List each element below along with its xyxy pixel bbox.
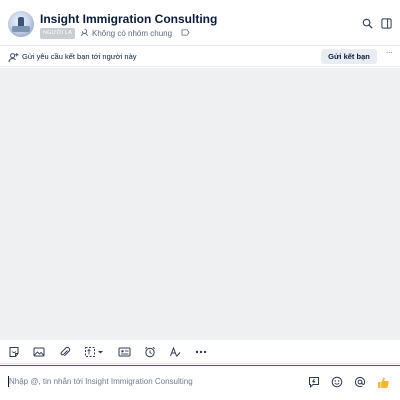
message-composer — [0, 365, 400, 400]
screenshot-icon[interactable] — [83, 345, 107, 359]
avatar[interactable] — [8, 11, 34, 37]
contact-card-icon[interactable] — [117, 345, 131, 359]
chat-header: Insight Immigration Consulting NGƯỜI LẠ … — [0, 0, 400, 46]
conversation-info-icon[interactable] — [379, 16, 393, 30]
more-options-button[interactable]: ··· — [383, 48, 395, 63]
label-tag-icon[interactable] — [181, 29, 190, 38]
group-icon — [80, 28, 89, 39]
common-groups-label: Không có nhóm chung — [92, 29, 173, 38]
emoji-icon[interactable] — [330, 375, 344, 389]
send-friend-request-button[interactable]: Gửi kết bạn — [321, 49, 377, 64]
thumbs-up-icon[interactable] — [376, 375, 390, 389]
search-icon[interactable] — [360, 16, 374, 30]
quick-message-icon[interactable] — [307, 375, 321, 389]
image-icon[interactable] — [32, 345, 46, 359]
avatar-base — [12, 26, 30, 32]
sticker-icon[interactable] — [7, 345, 21, 359]
conversation-title[interactable]: Insight Immigration Consulting — [40, 12, 217, 26]
text-format-icon[interactable] — [168, 345, 182, 359]
common-groups-info[interactable]: Không có nhóm chung — [80, 27, 190, 40]
mention-icon[interactable] — [353, 375, 367, 389]
add-friend-icon — [8, 50, 19, 68]
composer-toolbar — [0, 340, 400, 364]
friend-request-text: Gửi yêu cầu kết bạn tới người này — [22, 52, 137, 61]
more-icon[interactable] — [194, 345, 208, 359]
friend-request-bar: Gửi yêu cầu kết bạn tới người này Gửi kế… — [0, 46, 400, 67]
stranger-badge: NGƯỜI LẠ — [40, 28, 76, 39]
message-list[interactable] — [0, 68, 400, 340]
reminder-icon[interactable] — [143, 345, 157, 359]
attachment-icon[interactable] — [58, 345, 72, 359]
message-input[interactable] — [9, 373, 299, 389]
